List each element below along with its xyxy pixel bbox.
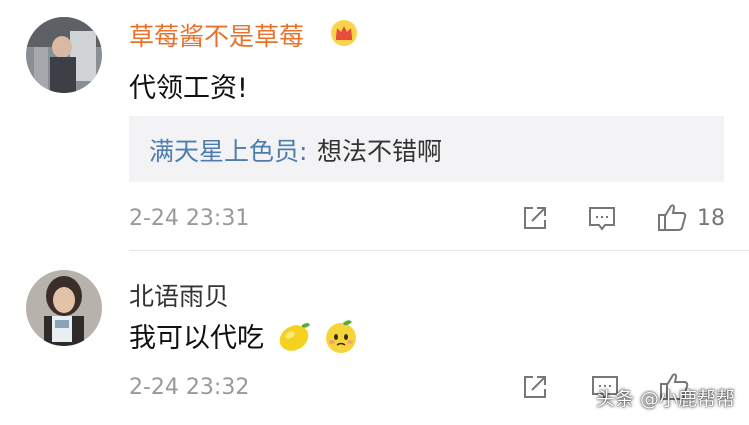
share-icon[interactable] — [521, 204, 549, 236]
reply-username[interactable]: 满天星上色员: — [149, 132, 307, 168]
username[interactable]: 草莓酱不是草莓 — [129, 17, 304, 53]
divider — [129, 250, 749, 251]
share-icon[interactable] — [521, 373, 549, 405]
comment-text: 我可以代吃 — [129, 316, 361, 363]
timestamp: 2-24 23:32 — [129, 375, 250, 400]
crown-icon — [330, 19, 358, 51]
comment-text: 代领工资! — [129, 73, 248, 104]
username[interactable]: 北语雨贝 — [129, 277, 229, 313]
avatar[interactable] — [26, 270, 102, 346]
comment-text-body: 我可以代吃 — [129, 323, 264, 354]
reply-box[interactable]: 满天星上色员: 想法不错啊 — [129, 116, 724, 182]
timestamp: 2-24 23:31 — [129, 206, 250, 231]
comment-icon[interactable] — [587, 205, 617, 237]
lemon-icon — [275, 317, 313, 362]
comment-item: 草莓酱不是草莓 代领工资! 满天星上色员: 想法不错啊 2-24 23:31 1… — [0, 0, 749, 250]
like-icon[interactable] — [656, 202, 688, 236]
reply-text: 想法不错啊 — [317, 137, 443, 166]
watermark: 头条 @小鹿帮帮 — [595, 388, 735, 410]
sad-lemon-icon — [321, 316, 361, 363]
like-count: 18 — [697, 206, 725, 231]
avatar[interactable] — [26, 17, 102, 93]
